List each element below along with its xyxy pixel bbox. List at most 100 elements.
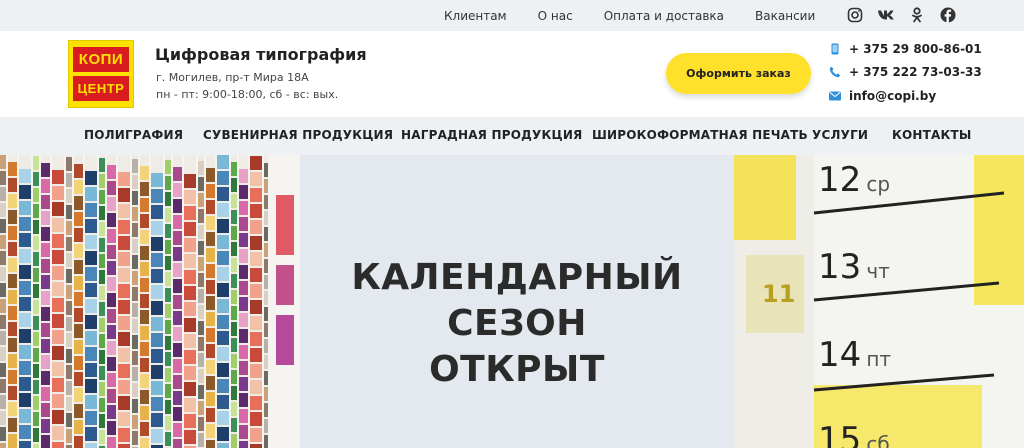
- color-swatch-cell: [250, 332, 262, 346]
- brand-address: г. Могилев, пр-т Мира 18А: [156, 71, 309, 84]
- odnoklassniki-icon[interactable]: [908, 6, 926, 24]
- instagram-icon[interactable]: [846, 6, 864, 24]
- top-nav-about[interactable]: О нас: [538, 9, 573, 23]
- color-swatch-cell: [140, 406, 149, 420]
- color-swatch-cell: [140, 294, 149, 308]
- color-swatch-cell: [52, 282, 64, 296]
- brand-title: Цифровая типография: [155, 45, 367, 64]
- top-nav-vacancies[interactable]: Вакансии: [755, 9, 815, 23]
- color-swatch-cell: [118, 396, 130, 410]
- color-swatch-cell: [107, 165, 116, 179]
- color-swatch-cell: [184, 366, 196, 380]
- phone-mobile-text: + 375 29 800-86-01: [849, 42, 982, 56]
- main-nav-souvenirs[interactable]: СУВЕНИРНАЯ ПРОДУКЦИЯ: [203, 128, 393, 142]
- calendar-num: 14: [818, 335, 862, 375]
- color-swatch-cell: [66, 173, 72, 187]
- main-nav-awards[interactable]: НАГРАДНАЯ ПРОДУКЦИЯ: [401, 128, 583, 142]
- color-swatch-cell: [239, 425, 248, 439]
- color-swatch-cell: [0, 267, 6, 281]
- color-swatch-cell: [151, 413, 163, 427]
- color-swatch-cell: [107, 261, 116, 275]
- main-nav-polygraphy[interactable]: ПОЛИГРАФИЯ: [84, 128, 183, 142]
- color-swatch-cell: [41, 371, 50, 385]
- contact-phone-mobile[interactable]: + 375 29 800-86-01: [829, 42, 982, 56]
- calendar-image: 12 ср 13 чт 14 пт 15 сб 11: [734, 155, 1024, 448]
- swatch-gap: [116, 155, 118, 448]
- mobile-phone-icon: [829, 43, 841, 55]
- color-swatch-cell: [151, 381, 163, 395]
- main-nav-contacts[interactable]: КОНТАКТЫ: [892, 128, 972, 142]
- color-swatch-cell: [33, 380, 39, 394]
- color-swatch-cell: [118, 380, 130, 394]
- color-swatch-cell: [250, 364, 262, 378]
- color-swatch-cell: [198, 193, 204, 207]
- color-swatch-cell: [41, 163, 50, 177]
- color-swatch-cell: [0, 283, 6, 297]
- swatch-gap: [6, 155, 8, 448]
- color-swatch-cell: [206, 264, 215, 278]
- main-nav-services[interactable]: УСЛУГИ: [812, 128, 868, 142]
- color-swatch-cell: [8, 322, 17, 336]
- color-swatch-cell: [99, 382, 105, 396]
- color-swatch-cell: [8, 194, 17, 208]
- color-swatch-cell: [41, 435, 50, 448]
- calendar-day-14: 14 пт: [818, 335, 891, 375]
- color-swatch-cell: [41, 355, 50, 369]
- color-swatch-cell: [165, 224, 171, 238]
- color-swatch-cell: [165, 336, 171, 350]
- color-swatch-cell: [74, 324, 83, 338]
- swatch-gap: [237, 155, 239, 448]
- color-swatch-cell: [184, 286, 196, 300]
- logo[interactable]: КОПИ ЦЕНТР: [68, 40, 134, 108]
- color-swatch-cell: [8, 258, 17, 272]
- color-swatch-cell: [74, 420, 83, 434]
- color-swatch-cell: [206, 392, 215, 406]
- color-swatch-cell: [165, 384, 171, 398]
- color-swatch-cell: [217, 443, 229, 448]
- color-swatch-cell: [132, 415, 138, 429]
- order-button[interactable]: Оформить заказ: [666, 53, 811, 94]
- contact-email[interactable]: info@copi.by: [829, 89, 936, 103]
- facebook-icon[interactable]: [939, 6, 957, 24]
- vk-icon[interactable]: [877, 6, 895, 24]
- top-nav-clients[interactable]: Клиентам: [444, 9, 507, 23]
- color-swatch-cell: [8, 290, 17, 304]
- swatch-gap: [215, 155, 217, 448]
- contact-phone-landline[interactable]: + 375 222 73-03-33: [829, 65, 982, 79]
- color-swatch-cell: [217, 299, 229, 313]
- swatch-gap: [149, 155, 151, 448]
- main-nav-wide-format[interactable]: ШИРОКОФОРМАТНАЯ ПЕЧАТЬ: [592, 128, 808, 142]
- color-swatch-cell: [184, 318, 196, 332]
- hero-banner[interactable]: 12 ср 13 чт 14 пт 15 сб 11 КАЛЕНДАРНЫЙ С…: [0, 155, 1024, 448]
- swatch-gap: [130, 155, 132, 448]
- color-swatch-cell: [74, 372, 83, 386]
- color-swatch-cell: [198, 177, 204, 191]
- color-swatch-cell: [198, 225, 204, 239]
- color-swatch-cell: [173, 279, 182, 293]
- color-swatch-cell: [74, 228, 83, 242]
- color-swatch-cell: [231, 210, 237, 224]
- color-swatch-cell: [41, 211, 50, 225]
- swatch-gap: [262, 155, 264, 448]
- top-nav-payment-delivery[interactable]: Оплата и доставка: [604, 9, 724, 23]
- color-swatch-cell: [165, 272, 171, 286]
- color-swatch-cell: [85, 235, 97, 249]
- color-swatch-cell: [173, 375, 182, 389]
- color-swatch-cell: [250, 396, 262, 410]
- color-swatch-cell: [206, 328, 215, 342]
- logo-line-1: КОПИ: [73, 47, 129, 72]
- color-swatch-cell: [198, 417, 204, 431]
- color-swatch-cell: [206, 184, 215, 198]
- color-swatch-cell: [231, 226, 237, 240]
- color-swatch-cell: [184, 398, 196, 412]
- color-swatch-cell: [132, 271, 138, 285]
- color-swatch-cell: [132, 383, 138, 397]
- swatch-gap: [39, 155, 41, 448]
- color-swatch-cell: [173, 343, 182, 357]
- color-swatch-cell: [250, 300, 262, 314]
- swatch-gap: [31, 155, 33, 448]
- color-swatch-cell: [8, 338, 17, 352]
- swatch-gap: [229, 155, 231, 448]
- color-swatch-cell: [184, 334, 196, 348]
- color-swatch-cell: [198, 321, 204, 335]
